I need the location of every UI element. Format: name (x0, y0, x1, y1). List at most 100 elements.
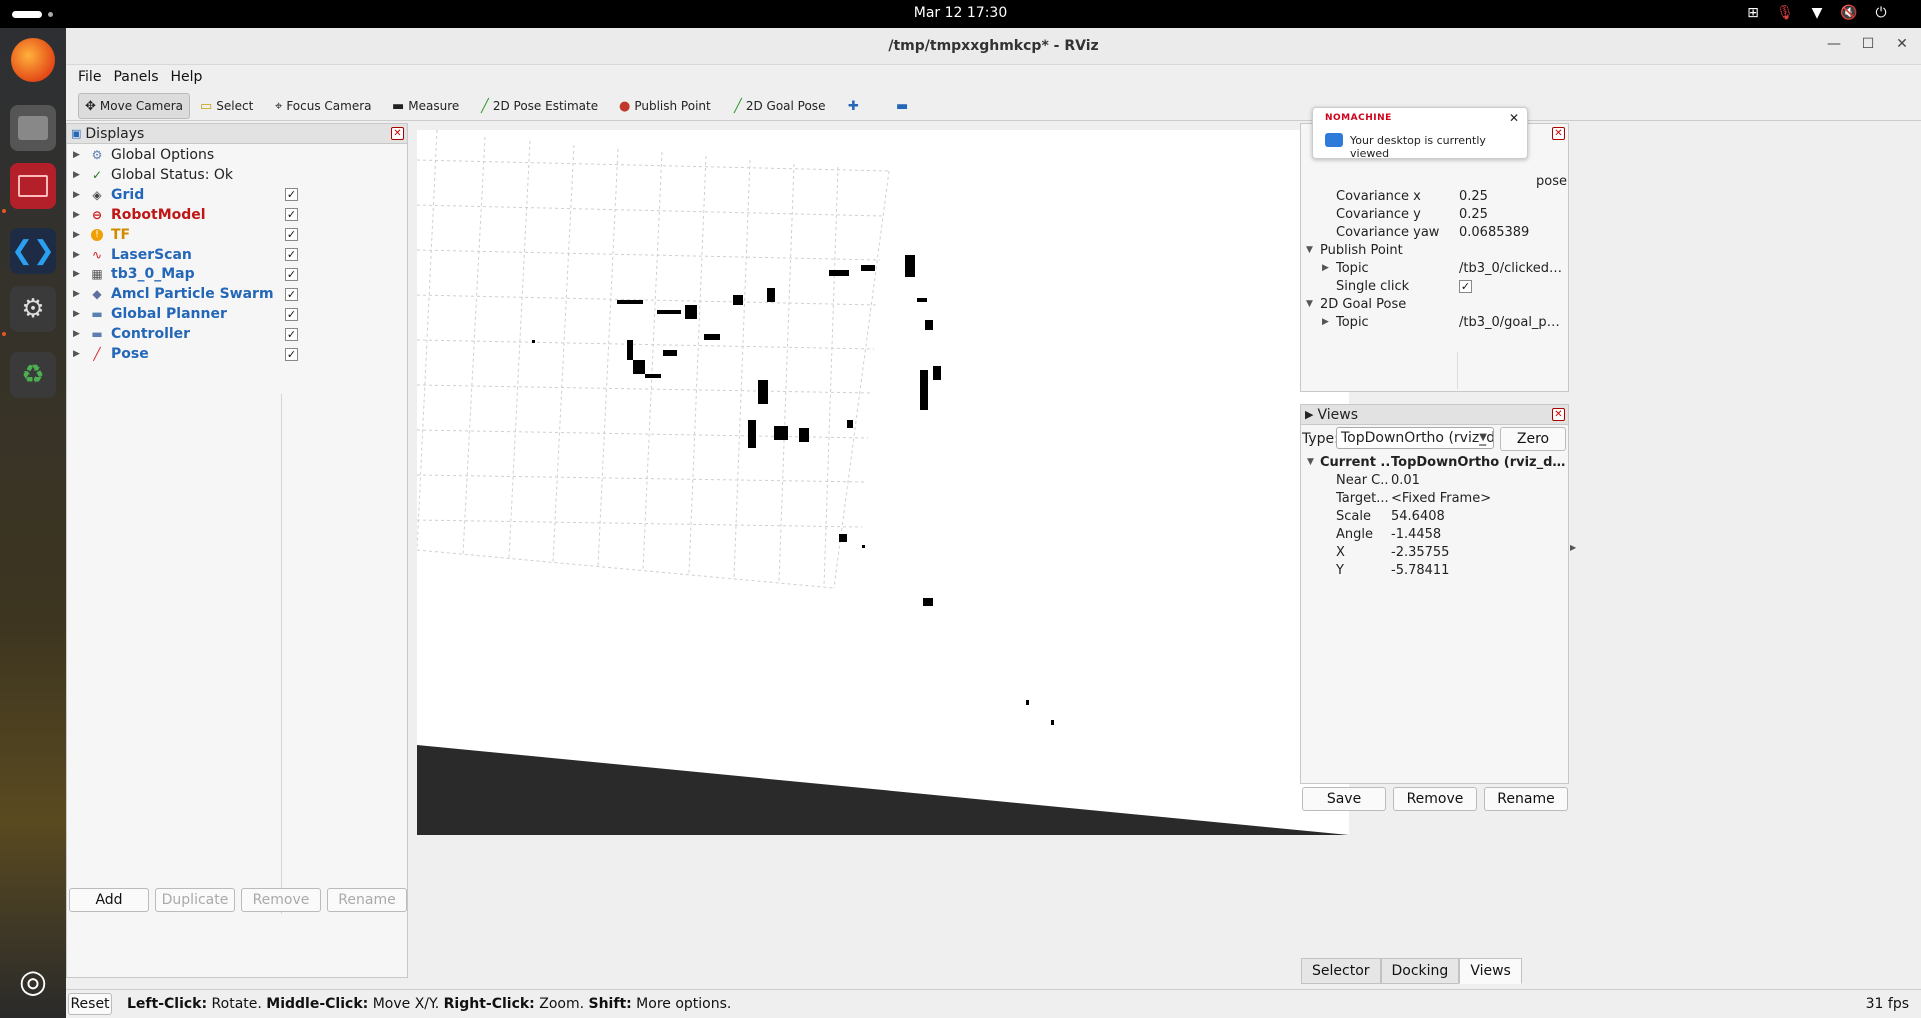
title-bar[interactable]: /tmp/tmpxxghmkcp* - RViz — ☐ ✕ (66, 28, 1921, 65)
property-row[interactable]: Covariance yaw 0.0685389 (1301, 225, 1568, 240)
property-row[interactable]: ▼ 2D Goal Pose (1301, 297, 1568, 312)
property-row[interactable]: ▶ Topic/tb3_0/goal_pose (1301, 315, 1568, 330)
duplicate-display-button[interactable]: Duplicate (155, 888, 235, 912)
reset-button[interactable]: Reset (68, 993, 112, 1015)
goal-pose-tool[interactable]: ╱ 2D Goal Pose (728, 93, 831, 119)
3d-render-view[interactable] (417, 130, 1349, 835)
views-close-icon[interactable]: ✕ (1552, 408, 1565, 421)
close-icon[interactable]: ✕ (1892, 36, 1912, 56)
expand-right-icon[interactable]: ▶ (73, 269, 80, 279)
move-camera-tool[interactable]: ✥ Move Camera (78, 93, 190, 119)
remove-tool-button[interactable]: ▬ (890, 93, 914, 119)
current-view-key: Current ... (1320, 455, 1390, 470)
display-enabled-checkbox[interactable]: ✓ (285, 287, 298, 301)
property-row[interactable]: Single click ✓ (1301, 279, 1568, 294)
expand-down-icon[interactable]: ▼ (1306, 299, 1313, 309)
expand-down-icon[interactable]: ▼ (1306, 245, 1313, 255)
collapse-right-icon[interactable]: ▶ (1570, 543, 1576, 552)
menu-file[interactable]: File (72, 65, 107, 89)
display-enabled-checkbox[interactable]: ✓ (285, 188, 298, 202)
view-property-row[interactable]: Angle -1.4458 (1301, 527, 1568, 542)
view-property-value: <Fixed Frame> (1391, 491, 1492, 506)
tool-properties-close-icon[interactable]: ✕ (1552, 127, 1565, 140)
remove-view-button[interactable]: Remove (1393, 787, 1477, 811)
property-row[interactable]: Covariance x 0.25 (1301, 189, 1568, 204)
focus-camera-tool[interactable]: ⌖ Focus Camera (269, 93, 378, 119)
view-property-row[interactable]: Scale 54.6408 (1301, 509, 1568, 524)
view-property-row[interactable]: Y -5.78411 (1301, 563, 1568, 578)
expand-right-icon[interactable]: ▶ (73, 309, 80, 319)
minimize-icon[interactable]: — (1824, 36, 1844, 56)
view-property-row[interactable]: Target... <Fixed Frame> (1301, 491, 1568, 506)
select-tool[interactable]: ▭ Select (194, 93, 259, 119)
menu-help[interactable]: Help (165, 65, 209, 89)
error-icon: ⊖ (91, 207, 103, 222)
property-row[interactable]: ▼ Publish Point (1301, 243, 1568, 258)
display-enabled-checkbox[interactable]: ✓ (285, 208, 298, 222)
add-tool-button[interactable]: ✚ (842, 93, 865, 119)
clock[interactable]: Mar 12 17:30 (0, 5, 1921, 21)
property-key: 2D Goal Pose (1320, 297, 1407, 312)
menu-panels[interactable]: Panels (107, 65, 164, 89)
expand-right-icon[interactable]: ▶ (73, 250, 80, 260)
tab-docking[interactable]: Docking (1380, 958, 1460, 984)
expand-right-icon[interactable]: ▶ (73, 190, 80, 200)
zero-button[interactable]: Zero (1500, 427, 1566, 451)
add-display-button[interactable]: Add (69, 888, 149, 912)
remove-display-button[interactable]: Remove (241, 888, 321, 912)
display-enabled-checkbox[interactable]: ✓ (285, 267, 298, 281)
notification-close-icon[interactable]: ✕ (1509, 111, 1519, 125)
power-icon[interactable]: ⏻ (1871, 5, 1891, 21)
expand-right-icon[interactable]: ▶ (73, 329, 80, 339)
system-tray[interactable]: ⊞ 🎙 ▼ 🔇 ⏻ (1743, 5, 1891, 21)
expand-right-icon[interactable]: ▶ (73, 210, 80, 220)
measure-tool[interactable]: ▬ Measure (386, 93, 465, 119)
property-row[interactable]: ▶ Topic/tb3_0/clicked_p... (1301, 261, 1568, 276)
property-key: Covariance y (1336, 207, 1421, 222)
display-enabled-checkbox[interactable]: ✓ (285, 327, 298, 341)
rviz-icon[interactable] (10, 163, 56, 209)
network-icon[interactable]: ⊞ (1743, 5, 1763, 21)
property-row[interactable]: Covariance y 0.25 (1301, 207, 1568, 222)
settings-icon[interactable]: ⚙ (10, 286, 56, 332)
ubuntu-icon[interactable]: ◎ (10, 958, 56, 1004)
expand-right-icon[interactable]: ▶ (73, 289, 80, 299)
view-property-row[interactable]: X -2.35755 (1301, 545, 1568, 560)
display-enabled-checkbox[interactable]: ✓ (285, 307, 298, 321)
expand-right-icon[interactable]: ▶ (1322, 317, 1329, 327)
tab-views[interactable]: Views (1459, 958, 1522, 984)
screen-share-icon (1325, 133, 1343, 147)
mic-muted-icon[interactable]: 🎙 (1775, 5, 1795, 21)
maximize-icon[interactable]: ☐ (1858, 36, 1878, 56)
view-property-row[interactable]: Near C... 0.01 (1301, 473, 1568, 488)
move-camera-icon: ✥ (85, 98, 96, 114)
expand-right-icon[interactable]: ▶ (1322, 263, 1329, 273)
display-enabled-checkbox[interactable]: ✓ (285, 347, 298, 361)
vscode-icon[interactable]: ❮❯ (10, 228, 56, 274)
tab-selector[interactable]: Selector (1301, 958, 1381, 984)
expand-down-icon[interactable]: ▼ (1307, 457, 1314, 467)
display-item-label: Global Status: Ok (111, 166, 234, 183)
display-enabled-checkbox[interactable]: ✓ (285, 228, 298, 242)
files-icon[interactable] (10, 105, 56, 151)
publish-point-tool[interactable]: ● Publish Point (613, 93, 717, 119)
status-bar: Reset Left-Click: Rotate. Middle-Click: … (66, 989, 1921, 1018)
trash-icon[interactable]: ♻ (10, 352, 56, 398)
expand-right-icon[interactable]: ▶ (73, 349, 80, 359)
single-click-checkbox[interactable]: ✓ (1459, 280, 1472, 293)
current-view-row[interactable]: ▼ Current ... TopDownOrtho (rviz_defaul.… (1301, 455, 1568, 470)
expand-right-icon[interactable]: ▶ (73, 150, 80, 160)
view-property-key: Angle (1336, 527, 1373, 542)
firefox-icon[interactable] (11, 38, 55, 82)
rename-view-button[interactable]: Rename (1484, 787, 1568, 811)
save-view-button[interactable]: Save (1302, 787, 1386, 811)
expand-right-icon[interactable]: ▶ (73, 170, 80, 180)
pose-estimate-tool[interactable]: ╱ 2D Pose Estimate (475, 93, 604, 119)
volume-muted-icon[interactable]: 🔇 (1839, 5, 1859, 21)
grid-icon: ◈ (92, 187, 102, 202)
display-enabled-checkbox[interactable]: ✓ (285, 248, 298, 261)
expand-right-icon[interactable]: ▶ (73, 230, 80, 240)
view-type-select[interactable]: TopDownOrtho (rviz_def ▼ (1336, 427, 1494, 449)
wifi-icon[interactable]: ▼ (1807, 5, 1827, 21)
map-render (417, 130, 1349, 835)
